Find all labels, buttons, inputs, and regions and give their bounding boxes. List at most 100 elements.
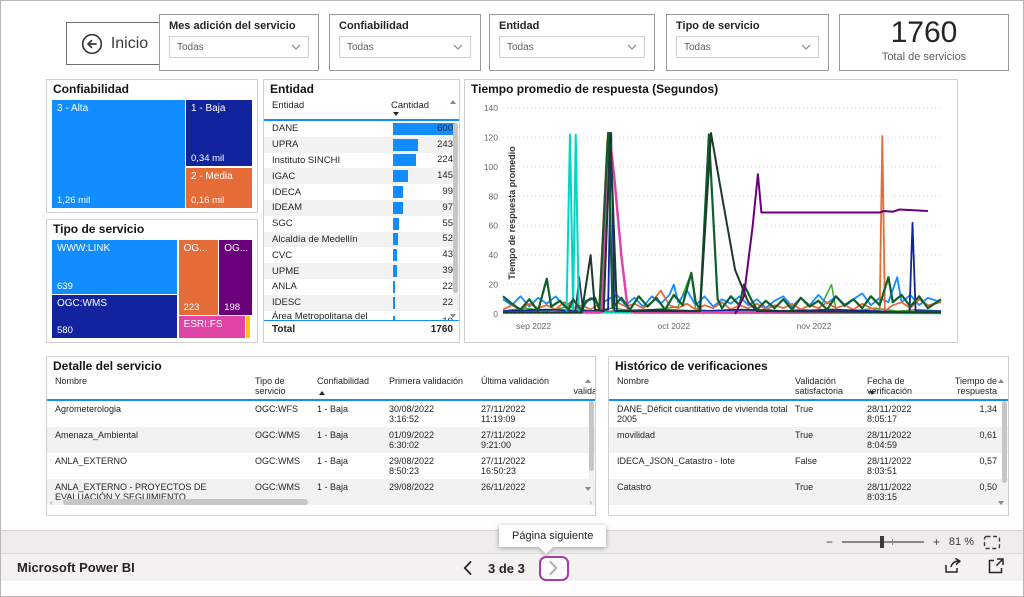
chevron-down-icon [627,44,637,50]
column-header-confiabilidad[interactable]: Confiabilidad [317,376,389,396]
fit-to-page-icon[interactable] [983,535,1001,550]
table-row[interactable]: ANLA_EXTERNO OGC:WMS 1 - Baja 29/08/2022 8:… [47,453,595,479]
quantity-bar [393,280,396,293]
column-header-tipo[interactable]: Tipo de servicio [255,376,317,396]
scroll-right-icon[interactable]: › [589,499,592,507]
column-header-validacion[interactable]: Validación satisfactoria [795,376,867,396]
table-row[interactable]: IDECA_JSON_Catastro - lote False 28/11/202… [609,453,1008,479]
quantity-bar [393,217,399,230]
next-page-highlight [538,555,569,581]
slicer-mes-adicion: Mes adición del servicio Todas [159,14,319,71]
table-row[interactable]: Alcaldía de Medellín 52 [264,231,459,248]
table-row[interactable]: IDESC 22 [264,294,459,311]
table-row[interactable]: ANLA 22 [264,279,459,295]
entity-quantity: 97 [393,201,455,214]
quantity-value: 43 [442,249,453,261]
treemap-block-value: 639 [57,280,73,292]
historico-vertical-scrollbar[interactable] [1002,401,1007,501]
table-row[interactable]: IGAC 145 [264,168,459,185]
slicer-dropdown[interactable]: Todas [676,36,819,58]
slicer-label: Entidad [499,20,540,32]
scroll-up-icon[interactable] [996,376,1005,385]
historico-table-body: DANE_Déficit cuantitativo de vivienda to… [609,401,1008,513]
treemap-block-alta[interactable]: 3 - Alta 1,26 mil [52,100,185,208]
chevron-down-icon [453,44,463,50]
table-row[interactable]: SGC 55 [264,216,459,232]
table-row[interactable]: Catastro True 28/11/2022 8:03:15 0,50 [609,479,1008,505]
slicer-dropdown[interactable]: Todas [339,36,471,58]
previous-page-button[interactable] [461,559,474,577]
entity-quantity: 22 [393,296,455,309]
table-row[interactable]: DANE_Déficit cuantitativo de vivienda to… [609,401,1008,427]
total-label: Total [272,324,296,335]
treemap-block-label: WWW:LINK [57,243,111,254]
table-row[interactable]: UPRA 243 [264,136,459,153]
column-header-ultima[interactable]: Última validación [481,376,571,396]
zoom-out-button[interactable]: − [826,536,833,548]
treemap-block-ogcwms[interactable]: OGC:WMS 580 [52,294,177,338]
scroll-down-icon[interactable] [996,498,1005,507]
cell-confiabilidad: 1 - Baja [317,430,349,440]
detalle-horizontal-scrollbar[interactable] [61,499,581,505]
table-row[interactable]: IDEAM 97 [264,199,459,216]
treemap-block-sliver[interactable] [246,315,250,338]
zoom-slider-thumb[interactable] [879,536,884,548]
column-header-nombre[interactable]: Nombre [55,376,255,396]
column-header-cantidad[interactable]: Cantidad [391,100,451,118]
treemap-block-media[interactable]: 2 - Media 0,16 mil [186,167,252,208]
entidad-total-row: Total 1760 [264,320,459,335]
chevron-down-icon [291,44,301,50]
table-row[interactable]: IDECA 99 [264,184,459,200]
share-icon[interactable] [943,557,963,575]
page-indicator: 3 de 3 [488,560,525,576]
scroll-up-icon[interactable] [448,97,457,106]
cell-fecha: 28/11/2022 8:04:59 [867,430,912,450]
detalle-vertical-scrollbar[interactable] [589,401,594,485]
zoom-in-button[interactable]: + [933,536,940,548]
table-row[interactable]: DANE 600 [264,121,459,137]
cell-tipo: OGC:WFS [255,404,298,414]
column-header-entidad[interactable]: Entidad [272,100,391,118]
statusbar-actions [943,557,1005,575]
scroll-down-icon[interactable] [448,311,457,320]
quantity-value: 39 [442,265,453,277]
visual-title: Entidad [270,82,314,96]
table-row[interactable]: Área Metropolitana del Valle de Aburrá 19 [264,311,459,320]
entity-quantity: 55 [393,217,455,230]
treemap-block-esrifs[interactable]: ESRI:FS [178,315,245,338]
table-row[interactable]: CVC 43 [264,247,459,263]
table-row[interactable]: Instituto SINCHI 224 [264,153,459,169]
scroll-up-icon[interactable] [583,376,592,385]
y-tick-label: 40 [489,250,499,260]
zoom-slider[interactable] [841,536,924,548]
cell-nombre: DANE_Déficit cuantitativo de vivienda to… [617,404,788,424]
column-header-primera[interactable]: Primera validación [389,376,481,396]
chart-plot-area[interactable]: 0 20 40 60 80 100 120 140 sep 2022 oct 2022 nov 20… [473,98,951,340]
column-header-fecha[interactable]: Fecha de verificación [867,376,951,396]
brand-label: Microsoft Power BI [17,560,135,575]
table-row[interactable]: Amenaza_Ambiental OGC:WMS 1 - Baja 01/09/20… [47,427,595,453]
cell-validacion: True [795,404,814,414]
treemap-block-og1[interactable]: OG... 223 [178,240,218,315]
slicer-dropdown[interactable]: Todas [499,36,645,58]
inicio-button[interactable]: Inicio [66,22,162,65]
next-page-button[interactable] [538,555,569,581]
scroll-down-icon[interactable] [583,484,592,493]
total-value: 1760 [430,324,453,335]
treemap-block-baja[interactable]: 1 - Baja 0,34 mil [186,100,252,167]
slicer-dropdown[interactable]: Todas [169,36,309,58]
treemap-block-wwwlink[interactable]: WWW:LINK 639 [52,240,177,294]
table-row[interactable]: UPME 39 [264,263,459,279]
popout-icon[interactable] [987,557,1005,575]
quantity-value: 224 [437,154,453,166]
scroll-left-icon[interactable]: ‹ [50,499,53,507]
powerbi-report-page: Inicio Mes adición del servicio Todas Co… [0,0,1024,597]
table-row[interactable]: movilidad True 28/11/2022 8:04:59 0,61 [609,427,1008,453]
table-row[interactable]: Agrometerologia OGC:WFS 1 - Baja 30/08/2022… [47,401,595,427]
treemap-block-og2[interactable]: OG... 198 [219,240,252,315]
entidad-scrollbar[interactable] [453,123,458,309]
confiabilidad-treemap: Confiabilidad 3 - Alta 1,26 mil 1 - Baja… [46,79,258,213]
column-header-nombre[interactable]: Nombre [617,376,795,396]
status-bar: Microsoft Power BI 3 de 3 [1,553,1023,581]
visual-title: Histórico de verificaciones [615,359,768,373]
